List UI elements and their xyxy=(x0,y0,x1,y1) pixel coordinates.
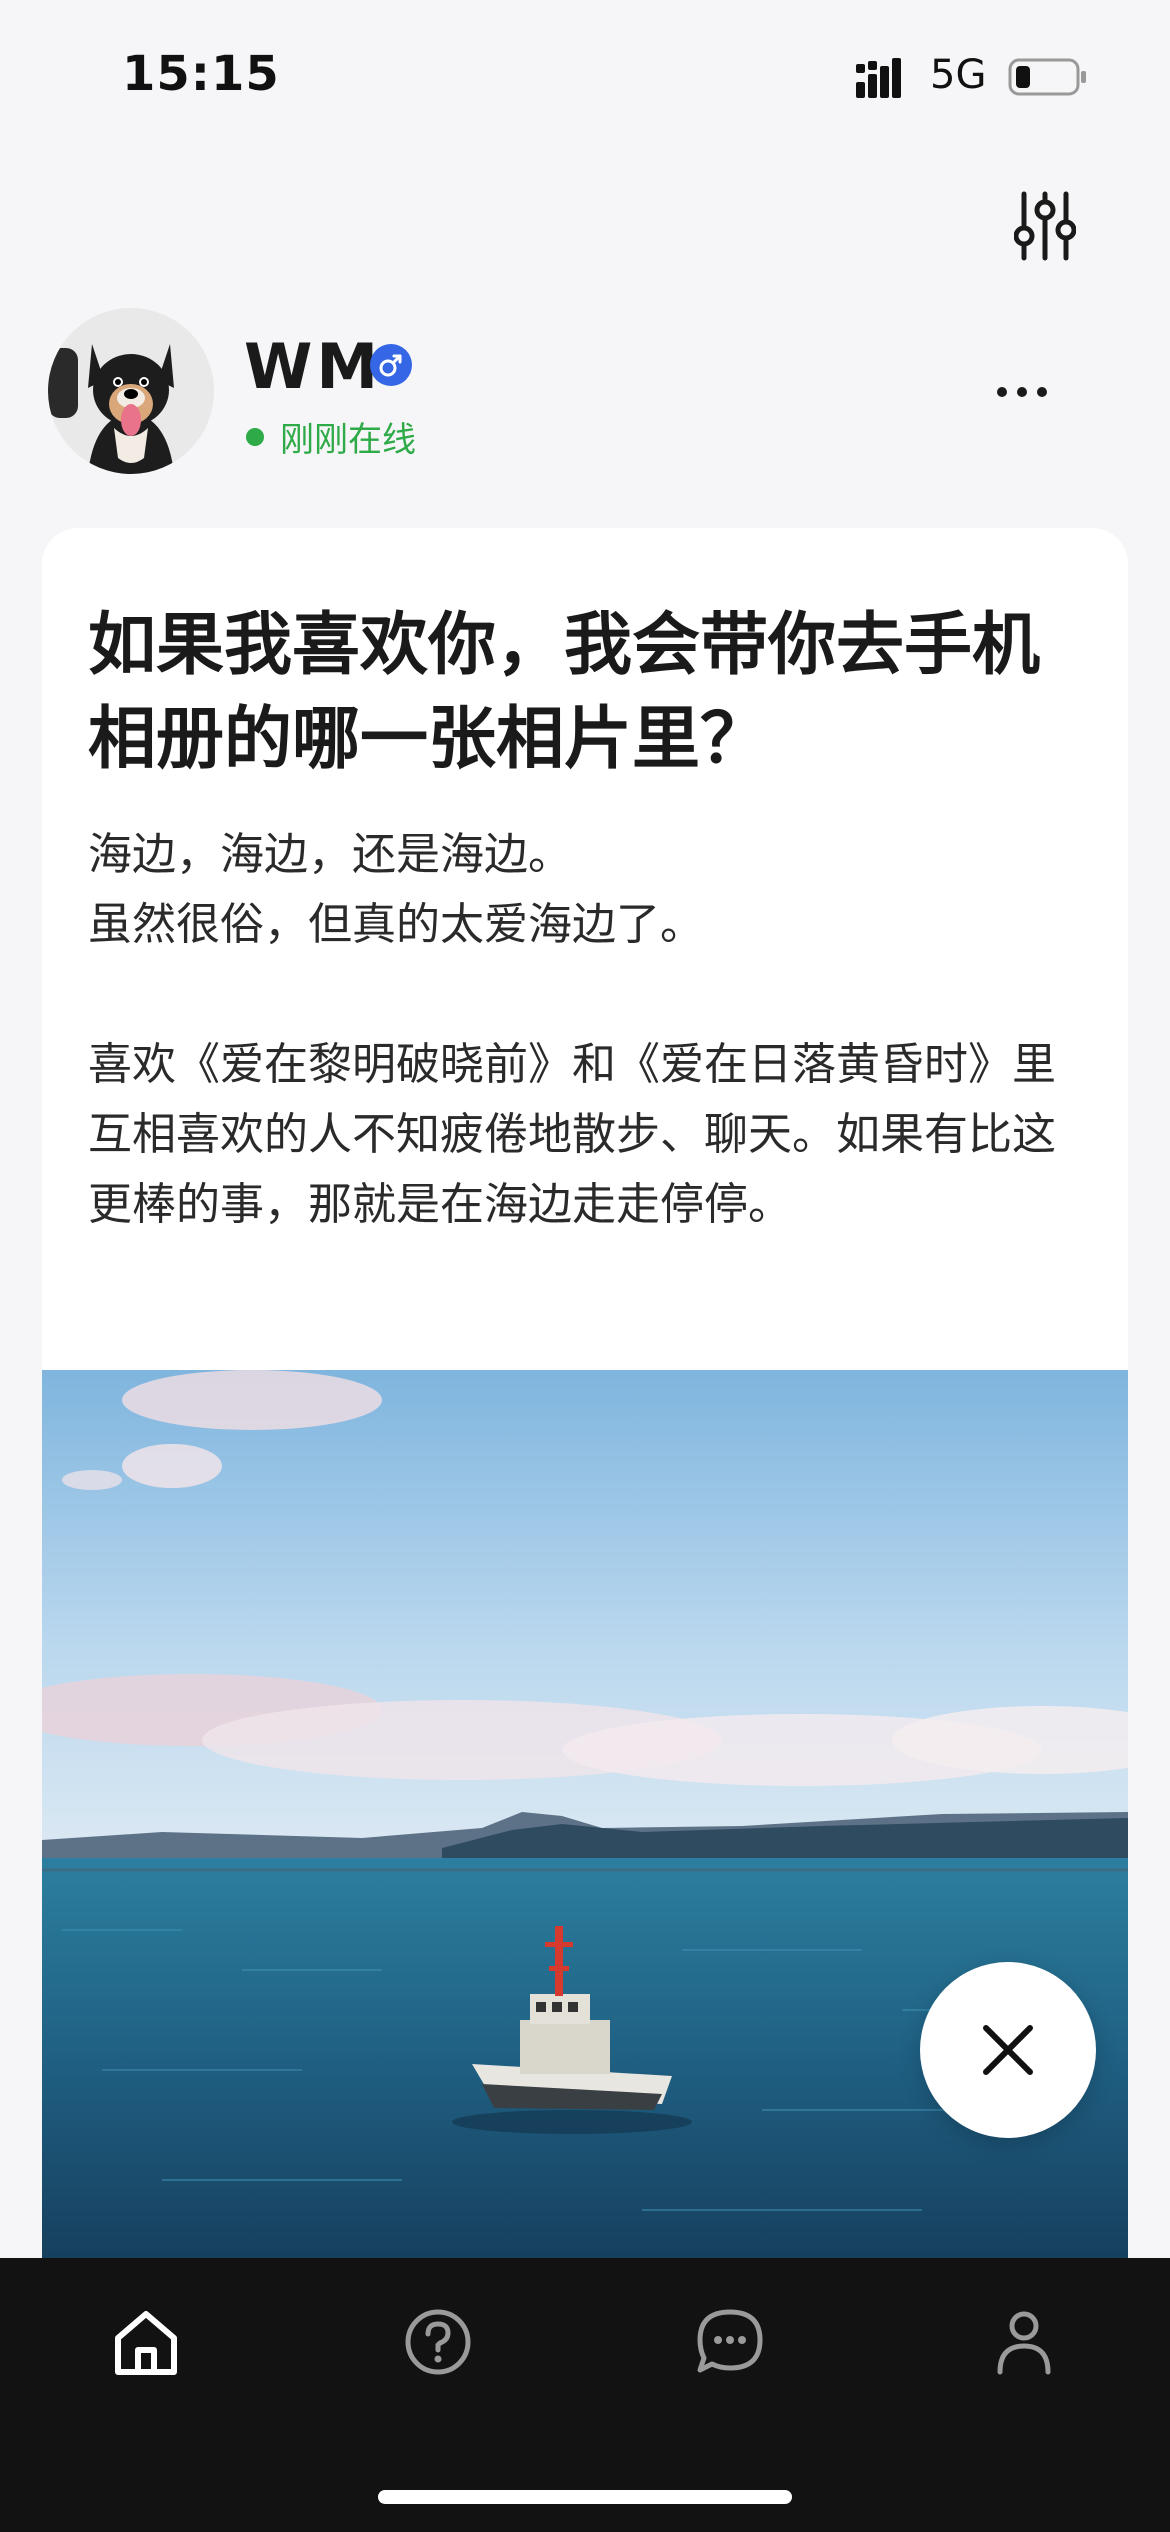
more-dots-icon[interactable] xyxy=(992,372,1052,412)
post-paragraph: 喜欢《爱在黎明破晓前》和《爱在日落黄昏时》里互相喜欢的人不知疲倦地散步、聊天。如… xyxy=(88,1039,1056,1230)
network-label: 5G xyxy=(930,52,987,98)
signal-icon xyxy=(856,58,901,98)
user-name[interactable]: WM xyxy=(244,330,382,403)
question-icon xyxy=(405,2309,471,2375)
close-icon xyxy=(983,2025,1033,2075)
nav-messages[interactable] xyxy=(690,2302,770,2382)
battery-icon xyxy=(1008,58,1086,96)
online-status: 刚刚在线 xyxy=(280,420,416,460)
profile-icon xyxy=(997,2311,1051,2375)
sliders-icon[interactable] xyxy=(1014,190,1076,262)
nav-questions[interactable] xyxy=(398,2302,478,2382)
home-icon xyxy=(115,2311,177,2375)
post-title: 如果我喜欢你，我会带你去手机相册的哪一张相片里？ xyxy=(88,605,1041,779)
online-dot xyxy=(246,428,264,446)
sea-tugboat-photo[interactable] xyxy=(42,1370,1128,2268)
dog-avatar-image xyxy=(48,308,214,474)
post-line: 虽然很俗，但真的太爱海边了。 xyxy=(88,899,704,950)
status-bar: 15:15 5G xyxy=(0,0,1170,150)
nav-home[interactable] xyxy=(106,2302,186,2382)
male-icon xyxy=(370,344,412,386)
status-time: 15:15 xyxy=(122,46,280,102)
nav-profile[interactable] xyxy=(984,2302,1064,2382)
close-button[interactable] xyxy=(920,1962,1096,2138)
chat-icon xyxy=(697,2309,763,2373)
avatar[interactable] xyxy=(48,308,214,474)
screen: 15:15 5G WM 刚刚在线 如果我喜欢你，我会带你去手机相册的哪一张相片里… xyxy=(0,0,1170,2532)
home-indicator xyxy=(378,2490,792,2504)
post-line: 海边，海边，还是海边。 xyxy=(88,829,572,880)
post-body: 海边，海边，还是海边。 虽然很俗，但真的太爱海边了。 喜欢《爱在黎明破晓前》和《… xyxy=(88,820,1098,1240)
